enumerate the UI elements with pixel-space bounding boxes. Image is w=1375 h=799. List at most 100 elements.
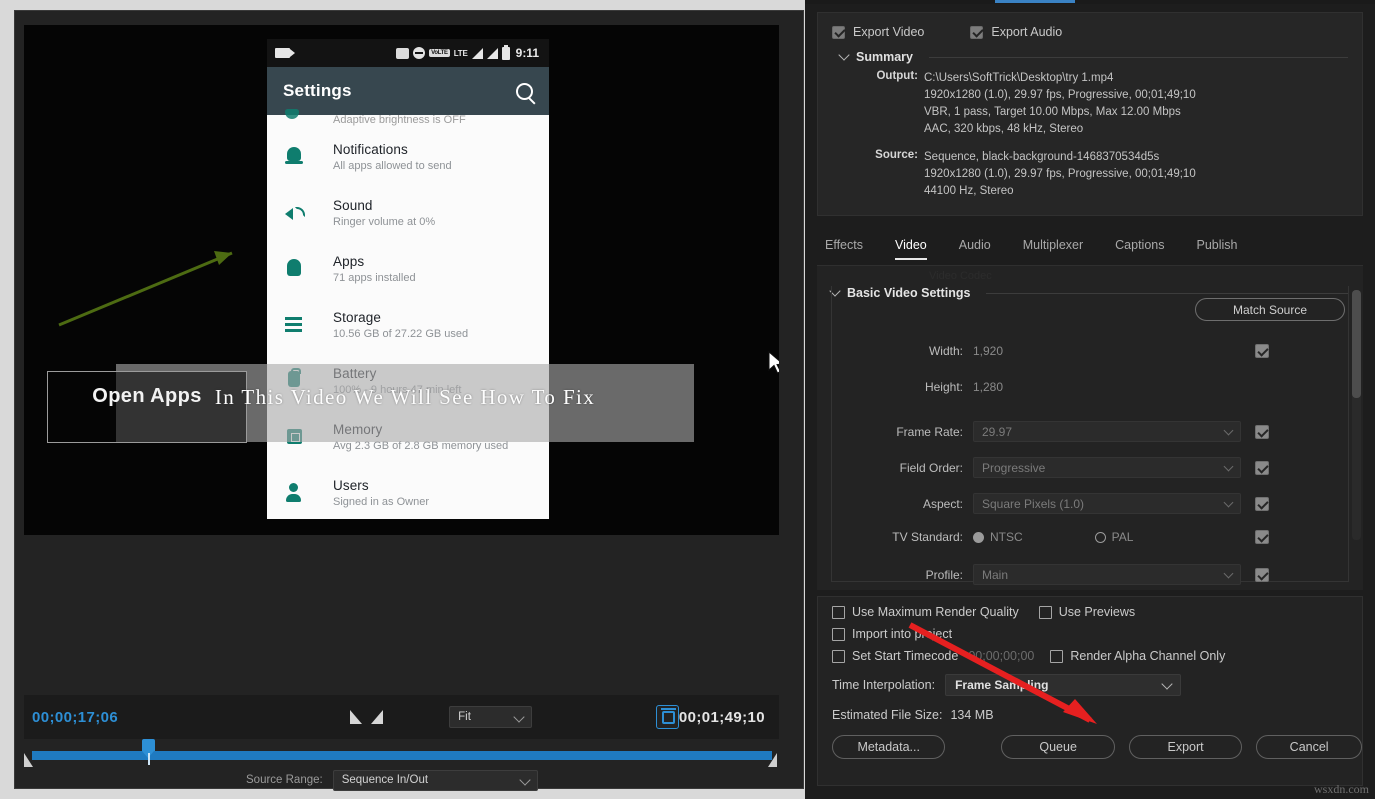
video-settings-area: Video Codec Basic Video Settings Match S… bbox=[817, 266, 1363, 590]
cancel-button[interactable]: Cancel bbox=[1256, 735, 1362, 759]
current-timecode[interactable]: 00;00;17;06 bbox=[24, 709, 118, 726]
playhead-line bbox=[148, 753, 150, 765]
source-range-value: Sequence In/Out bbox=[342, 774, 428, 786]
field-order-select[interactable]: Progressive bbox=[973, 457, 1241, 478]
width-value[interactable]: 1,920 bbox=[973, 344, 1241, 358]
sidebar-item-apps[interactable]: Apps 71 apps installed bbox=[267, 245, 549, 301]
field-order-checkbox[interactable] bbox=[1255, 461, 1269, 475]
export-button[interactable]: Export bbox=[1129, 735, 1242, 759]
metadata-button[interactable]: Metadata... bbox=[832, 735, 945, 759]
radio-ntsc[interactable] bbox=[973, 532, 984, 543]
lte-icon: LTE bbox=[454, 49, 468, 58]
in-point-handle[interactable] bbox=[24, 753, 33, 767]
export-audio-checkbox[interactable] bbox=[970, 26, 983, 39]
brightness-icon bbox=[285, 109, 299, 119]
mark-out-icon[interactable] bbox=[371, 710, 383, 724]
list-item-partial[interactable]: Adaptive brightness is OFF bbox=[267, 115, 549, 133]
settings-app-bar: Settings bbox=[267, 67, 549, 115]
mouse-cursor-icon bbox=[768, 351, 779, 377]
aspect-checkbox[interactable] bbox=[1255, 497, 1269, 511]
cast-icon bbox=[396, 48, 409, 59]
source-range-select[interactable]: Sequence In/Out bbox=[333, 770, 538, 791]
use-max-render-quality-label: Use Maximum Render Quality bbox=[852, 605, 1019, 619]
tab-multiplexer[interactable]: Multiplexer bbox=[1007, 236, 1099, 260]
summary-title: Summary bbox=[856, 50, 913, 64]
export-settings-panel: Export Video Export Audio Summary Output… bbox=[805, 0, 1375, 799]
sidebar-item-users[interactable]: Users Signed in as Owner bbox=[267, 469, 549, 519]
search-icon[interactable] bbox=[516, 83, 533, 100]
use-previews-checkbox[interactable] bbox=[1039, 606, 1052, 619]
field-tv-standard: TV Standard: NTSC PAL bbox=[817, 530, 1363, 544]
field-order-label: Field Order: bbox=[817, 461, 973, 475]
page-title: Settings bbox=[283, 81, 352, 101]
settings-tabs: Effects Video Audio Multiplexer Captions… bbox=[817, 236, 1363, 264]
caption-text: In This Video We Will See How To Fix bbox=[116, 385, 694, 410]
sidebar-item-storage[interactable]: Storage 10.56 GB of 27.22 GB used bbox=[267, 301, 549, 357]
export-audio-label: Export Audio bbox=[991, 25, 1062, 39]
list-item-subtitle: Adaptive brightness is OFF bbox=[333, 114, 466, 126]
use-max-render-quality-checkbox[interactable] bbox=[832, 606, 845, 619]
source-line: 1920x1280 (1.0), 29.97 fps, Progressive,… bbox=[924, 166, 1196, 183]
summary-header[interactable]: Summary bbox=[818, 39, 1362, 64]
render-alpha-only-label: Render Alpha Channel Only bbox=[1070, 649, 1225, 663]
timeline-scrubber[interactable] bbox=[24, 739, 779, 765]
export-video-checkbox[interactable] bbox=[832, 26, 845, 39]
zoom-level-select[interactable]: Fit bbox=[449, 706, 532, 728]
tv-standard-label: TV Standard: bbox=[817, 530, 973, 544]
duration-timecode[interactable]: 00;01;49;10 bbox=[679, 709, 779, 726]
tv-standard-checkbox[interactable] bbox=[1255, 530, 1269, 544]
list-item-subtitle: 10.56 GB of 27.22 GB used bbox=[333, 328, 549, 340]
set-start-timecode-label: Set Start Timecode bbox=[852, 649, 958, 663]
set-start-timecode-checkbox[interactable] bbox=[832, 650, 845, 663]
chevron-down-icon bbox=[1161, 678, 1172, 689]
height-value[interactable]: 1,280 bbox=[973, 380, 1241, 394]
clipped-text-above: Video Codec bbox=[929, 270, 992, 282]
profile-select[interactable]: Main bbox=[973, 564, 1241, 585]
frame-rate-checkbox[interactable] bbox=[1255, 425, 1269, 439]
chevron-down-icon bbox=[1224, 498, 1234, 508]
chevron-down-icon[interactable] bbox=[838, 49, 849, 60]
queue-button[interactable]: Queue bbox=[1001, 735, 1114, 759]
scrollbar-thumb[interactable] bbox=[1352, 290, 1361, 398]
tab-effects[interactable]: Effects bbox=[817, 236, 879, 260]
chevron-down-icon bbox=[1224, 462, 1234, 472]
time-interpolation-row: Time Interpolation: Frame Sampling bbox=[818, 674, 1362, 696]
zoom-level-value: Fit bbox=[458, 711, 471, 723]
tab-captions[interactable]: Captions bbox=[1099, 236, 1180, 260]
time-interpolation-select[interactable]: Frame Sampling bbox=[945, 674, 1181, 696]
mark-in-icon[interactable] bbox=[350, 710, 362, 724]
start-timecode-value[interactable]: 00;00;00;00 bbox=[968, 649, 1034, 663]
export-frame-icon[interactable] bbox=[656, 705, 679, 729]
width-checkbox[interactable] bbox=[1255, 344, 1269, 358]
height-label: Height: bbox=[817, 380, 973, 394]
video-preview-stage[interactable]: VoLTE LTE 9:11 Settings Adaptiv bbox=[24, 25, 779, 535]
list-item-subtitle: Ringer volume at 0% bbox=[333, 216, 549, 228]
source-line: 44100 Hz, Stereo bbox=[924, 183, 1196, 200]
radio-pal[interactable] bbox=[1095, 532, 1106, 543]
chevron-down-icon bbox=[1224, 569, 1234, 579]
match-source-button[interactable]: Match Source bbox=[1195, 298, 1345, 321]
estimated-file-size-row: Estimated File Size: 134 MB bbox=[818, 708, 1362, 722]
playhead-top bbox=[142, 739, 155, 751]
tab-publish[interactable]: Publish bbox=[1181, 236, 1254, 260]
output-line: C:\Users\SoftTrick\Desktop\try 1.mp4 bbox=[924, 70, 1196, 87]
field-height: Height: 1,280 bbox=[817, 380, 1363, 394]
settings-scrollbar[interactable] bbox=[1352, 290, 1361, 540]
sidebar-item-sound[interactable]: Sound Ringer volume at 0% bbox=[267, 189, 549, 245]
import-into-project-checkbox[interactable] bbox=[832, 628, 845, 641]
list-item-title: Users bbox=[333, 478, 549, 493]
export-toggles-row: Export Video Export Audio bbox=[818, 13, 1362, 39]
render-alpha-only-checkbox[interactable] bbox=[1050, 650, 1063, 663]
list-item-title: Sound bbox=[333, 198, 549, 213]
frame-rate-select[interactable]: 29.97 bbox=[973, 421, 1241, 442]
aspect-select[interactable]: Square Pixels (1.0) bbox=[973, 493, 1241, 514]
out-point-handle[interactable] bbox=[768, 753, 777, 767]
chevron-down-icon bbox=[1224, 426, 1234, 436]
source-range-label: Source Range: bbox=[246, 774, 323, 786]
profile-checkbox[interactable] bbox=[1255, 568, 1269, 582]
settings-list[interactable]: Adaptive brightness is OFF Notifications… bbox=[267, 115, 549, 519]
tab-audio[interactable]: Audio bbox=[943, 236, 1007, 260]
tab-video[interactable]: Video bbox=[879, 236, 943, 260]
sidebar-item-notifications[interactable]: Notifications All apps allowed to send bbox=[267, 133, 549, 189]
android-phone-capture: VoLTE LTE 9:11 Settings Adaptiv bbox=[267, 39, 549, 519]
